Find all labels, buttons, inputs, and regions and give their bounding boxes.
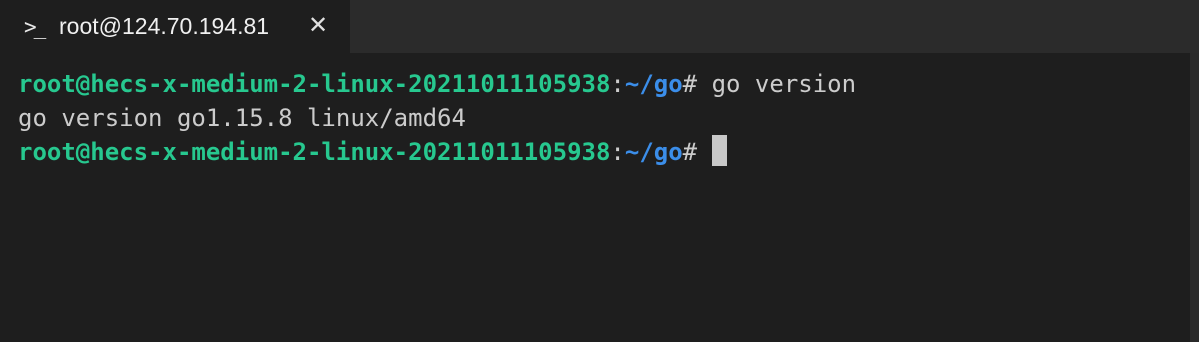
tab-bar: >_ root@124.70.194.81 ✕ bbox=[0, 0, 1199, 53]
prompt-symbol: # bbox=[682, 70, 712, 98]
command-text: go version bbox=[711, 70, 857, 98]
terminal-cursor bbox=[711, 135, 727, 166]
output-text: go version go1.15.8 linux/amd64 bbox=[18, 104, 466, 132]
prompt-path: ~/go bbox=[624, 138, 683, 166]
tab-title: root@124.70.194.81 bbox=[59, 13, 270, 39]
prompt-path: ~/go bbox=[624, 70, 683, 98]
prompt-separator: : bbox=[610, 138, 625, 166]
prompt-user-host: root@hecs-x-medium-2-linux-2021101110593… bbox=[18, 70, 611, 98]
prompt-symbol: # bbox=[682, 138, 712, 166]
terminal-line-prompt: root@hecs-x-medium-2-linux-2021101110593… bbox=[18, 67, 1190, 101]
terminal-prompt-icon: >_ bbox=[24, 14, 46, 39]
prompt-user-host: root@hecs-x-medium-2-linux-2021101110593… bbox=[18, 138, 611, 166]
prompt-separator: : bbox=[610, 70, 625, 98]
close-icon[interactable]: ✕ bbox=[308, 11, 328, 39]
terminal-line-output: go version go1.15.8 linux/amd64 bbox=[18, 101, 1190, 135]
tab-session[interactable]: >_ root@124.70.194.81 ✕ bbox=[0, 0, 350, 53]
terminal-output[interactable]: root@hecs-x-medium-2-linux-2021101110593… bbox=[0, 53, 1190, 342]
terminal-line-prompt: root@hecs-x-medium-2-linux-2021101110593… bbox=[18, 135, 1190, 169]
terminal-window: >_ root@124.70.194.81 ✕ root@hecs-x-medi… bbox=[0, 0, 1199, 342]
scrollbar[interactable] bbox=[1190, 53, 1199, 342]
